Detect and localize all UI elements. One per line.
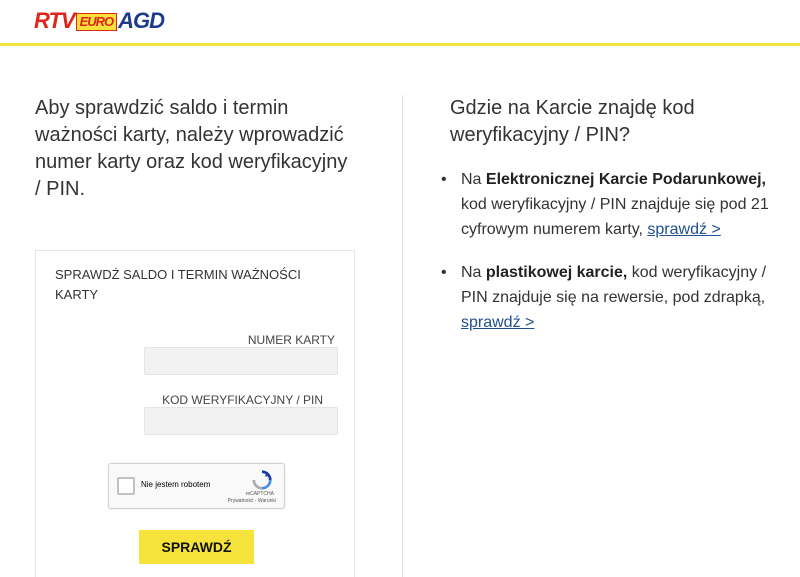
recaptcha-terms-link[interactable]: Prywatność - Warunki <box>228 498 276 504</box>
recaptcha-widget: Nie jestem robotem reCAPTCHA Prywatność … <box>108 463 285 509</box>
check-button[interactable]: SPRAWDŹ <box>139 530 254 564</box>
intro-text: Aby sprawdzić saldo i termin ważności ka… <box>35 97 348 200</box>
check-link-electronic[interactable]: sprawdź > <box>647 221 720 238</box>
help-item-bold: plastikowej karcie, <box>485 264 628 281</box>
recaptcha-checkbox[interactable] <box>117 477 135 495</box>
logo-agd: AGD <box>118 8 165 33</box>
form-title: SPRAWDŹ SALDO I TERMIN WAŻNOŚCI KARTY <box>55 267 301 302</box>
check-link-plastic[interactable]: sprawdź > <box>461 314 534 331</box>
site-header: RTV EURO AGD <box>0 0 800 46</box>
pin-input[interactable] <box>144 407 338 435</box>
recaptcha-icon <box>252 470 272 490</box>
column-divider <box>402 95 403 577</box>
logo-euro: EURO <box>75 13 118 31</box>
help-item-electronic-card: • Na Elektronicznej Karcie Podarunkowej,… <box>440 167 770 242</box>
rtv-euro-agd-logo[interactable]: RTV EURO AGD <box>34 8 165 33</box>
help-item-prefix: Na <box>461 171 486 188</box>
bullet-icon: • <box>441 264 447 281</box>
help-list: • Na Elektronicznej Karcie Podarunkowej,… <box>440 167 770 353</box>
recaptcha-brand: reCAPTCHA <box>245 491 274 497</box>
help-item-text: kod weryfikacyjny / PIN znajduje się pod… <box>461 196 769 238</box>
recaptcha-label: Nie jestem robotem <box>141 480 211 489</box>
help-title: Gdzie na Karcie znajdę kod weryfikacyjny… <box>450 97 695 146</box>
card-number-label: NUMER KARTY <box>247 333 335 347</box>
help-item-bold: Elektronicznej Karcie Podarunkowej, <box>485 171 766 188</box>
bullet-icon: • <box>441 171 447 188</box>
balance-check-form: SPRAWDŹ SALDO I TERMIN WAŻNOŚCI KARTY NU… <box>35 250 355 577</box>
help-item-plastic-card: • Na plastikowej karcie, kod weryfikacyj… <box>440 260 770 335</box>
card-number-input[interactable] <box>144 347 338 375</box>
help-item-prefix: Na <box>461 264 486 281</box>
logo-rtv: RTV <box>34 8 76 33</box>
pin-label: KOD WERYFIKACYJNY / PIN <box>162 393 323 407</box>
